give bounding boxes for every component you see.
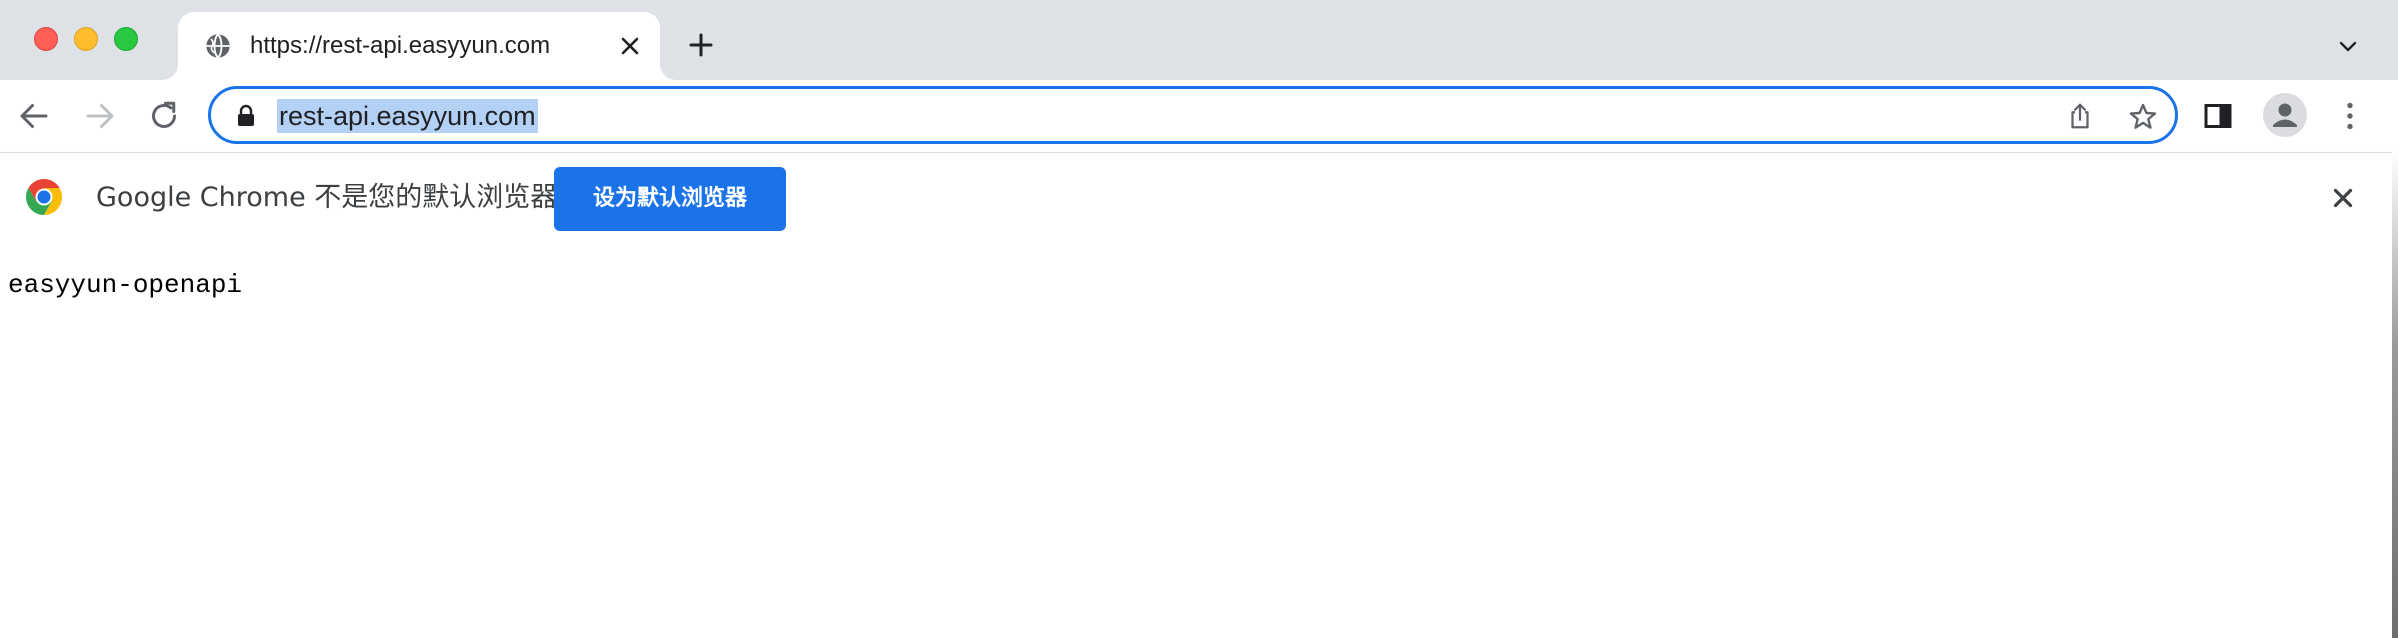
tab-close-icon[interactable] bbox=[616, 32, 644, 60]
page-content: easyyun-openapi bbox=[0, 244, 2398, 638]
toolbar: rest-api.easyyun.com bbox=[0, 80, 2398, 152]
set-default-browser-button[interactable]: 设为默认浏览器 bbox=[554, 167, 786, 231]
more-menu-icon[interactable] bbox=[2332, 98, 2368, 134]
bookmark-star-icon[interactable] bbox=[2127, 101, 2159, 133]
infobar-close-icon[interactable] bbox=[2328, 183, 2358, 213]
globe-icon bbox=[204, 32, 232, 60]
tab-title: https://rest-api.easyyun.com bbox=[250, 32, 551, 59]
window-edge-shadow bbox=[2392, 152, 2398, 638]
share-icon[interactable] bbox=[2065, 101, 2095, 131]
back-arrow-icon[interactable] bbox=[16, 98, 52, 134]
default-browser-infobar: Google Chrome 不是您的默认浏览器 设为默认浏览器 bbox=[0, 152, 2398, 244]
side-panel-icon[interactable] bbox=[2200, 98, 2236, 134]
lock-icon[interactable] bbox=[235, 104, 257, 128]
profile-avatar-icon[interactable] bbox=[2262, 92, 2308, 138]
window-zoom-button[interactable] bbox=[114, 27, 138, 51]
window-close-button[interactable] bbox=[34, 27, 58, 51]
window-minimize-button[interactable] bbox=[74, 27, 98, 51]
tab-search-chevron-icon[interactable] bbox=[2336, 34, 2360, 58]
reload-icon[interactable] bbox=[146, 98, 182, 134]
new-tab-icon[interactable] bbox=[686, 30, 716, 60]
address-bar[interactable]: rest-api.easyyun.com bbox=[208, 86, 2178, 144]
infobar-message: Google Chrome 不是您的默认浏览器 bbox=[96, 182, 558, 213]
active-tab[interactable]: https://rest-api.easyyun.com bbox=[178, 12, 660, 80]
chrome-logo-icon bbox=[24, 177, 64, 217]
forward-arrow-icon[interactable] bbox=[82, 98, 118, 134]
page-body-text: easyyun-openapi bbox=[8, 270, 243, 300]
url-text[interactable]: rest-api.easyyun.com bbox=[277, 99, 538, 133]
tab-strip: https://rest-api.easyyun.com bbox=[0, 0, 2398, 80]
